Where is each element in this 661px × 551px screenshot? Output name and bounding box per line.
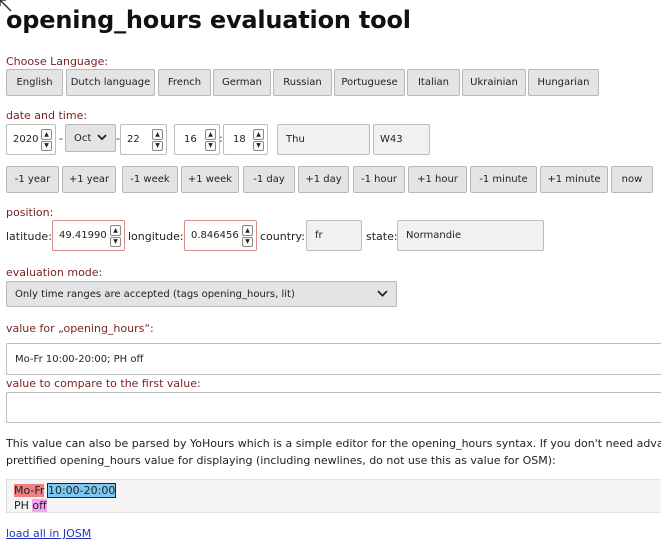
pretty-off: off (32, 499, 47, 512)
down-icon[interactable]: ▼ (242, 236, 253, 247)
adjust-button[interactable]: +1 year (62, 166, 116, 193)
opening-hours-value: Mo-Fr 10:00-20:00; PH off (15, 353, 144, 365)
language-button[interactable]: English (6, 69, 63, 96)
language-button[interactable]: Russian (273, 69, 332, 96)
page-title: opening_hours evaluation tool (6, 6, 411, 34)
adjust-button[interactable]: -1 week (122, 166, 178, 193)
pretty-days: Mo-Fr (14, 484, 45, 497)
country-label: country: (260, 230, 305, 243)
down-icon[interactable]: ▼ (152, 140, 163, 151)
longitude-value: 0.846456 (191, 230, 239, 241)
country-field: fr (306, 220, 362, 251)
weekday-field: Thu (277, 124, 370, 155)
down-icon[interactable]: ▼ (110, 236, 121, 247)
day-input[interactable]: 22 ▲ ▼ (120, 124, 167, 155)
info-line-1: This value can also be parsed by YoHours… (6, 437, 661, 450)
latitude-value: 49.41990 (59, 230, 107, 241)
adjust-button[interactable]: now (611, 166, 653, 193)
adjust-button[interactable]: -1 day (243, 166, 295, 193)
hour-value: 16 (184, 134, 197, 145)
language-button[interactable]: Dutch language (66, 69, 155, 96)
language-button[interactable]: Italian (407, 69, 460, 96)
up-icon[interactable]: ▲ (205, 129, 216, 140)
adjust-button[interactable]: -1 year (6, 166, 59, 193)
language-button[interactable]: German (213, 69, 271, 96)
minute-spinner[interactable]: ▲ ▼ (253, 129, 264, 151)
country-value: fr (315, 230, 323, 241)
opening-hours-input[interactable]: Mo-Fr 10:00-20:00; PH off (6, 343, 661, 375)
compare-label: value to compare to the first value: (6, 377, 201, 390)
month-select[interactable]: Oct (65, 124, 116, 152)
adjust-button[interactable]: -1 minute (470, 166, 537, 193)
up-icon[interactable]: ▲ (253, 129, 264, 140)
down-icon[interactable]: ▼ (253, 140, 264, 151)
minute-input[interactable]: 18 ▲ ▼ (223, 124, 268, 155)
chevron-down-icon (97, 134, 107, 141)
language-button[interactable]: Hungarian (528, 69, 599, 96)
date-separator: - (59, 132, 63, 145)
hour-input[interactable]: 16 ▲ ▼ (174, 124, 220, 155)
week-value: W43 (380, 134, 403, 145)
datetime-label: date and time: (6, 109, 88, 122)
pretty-line-2: PH off (14, 498, 658, 513)
prettified-value: Mo-Fr 10:00-20:00 PH off (6, 479, 661, 513)
longitude-spinner[interactable]: ▲ ▼ (242, 225, 253, 247)
week-number-field: W43 (373, 124, 430, 155)
weekday-value: Thu (286, 134, 305, 145)
latitude-spinner[interactable]: ▲ ▼ (110, 225, 121, 247)
state-label: state: (366, 230, 398, 243)
latitude-label: latitude: (6, 230, 52, 243)
evaluation-mode-select[interactable]: Only time ranges are accepted (tags open… (6, 281, 397, 307)
minute-value: 18 (233, 134, 246, 145)
language-button[interactable]: Portuguese (334, 69, 405, 96)
adjust-button[interactable]: -1 hour (353, 166, 405, 193)
up-icon[interactable]: ▲ (110, 225, 121, 236)
mode-value: Only time ranges are accepted (tags open… (15, 288, 295, 300)
adjust-button[interactable]: +1 week (181, 166, 239, 193)
chevron-down-icon (377, 290, 388, 297)
position-label: position: (6, 206, 54, 219)
state-value: Normandie (406, 230, 462, 241)
language-button[interactable]: French (158, 69, 211, 96)
down-icon[interactable]: ▼ (205, 140, 216, 151)
value-label: value for „opening_hours“: (6, 322, 154, 335)
pretty-time: 10:00-20:00 (46, 483, 117, 498)
info-line-2: prettified opening_hours value for displ… (6, 454, 556, 467)
adjust-button[interactable]: +1 minute (540, 166, 608, 193)
pretty-line-1: Mo-Fr 10:00-20:00 (14, 483, 658, 498)
up-icon[interactable]: ▲ (242, 225, 253, 236)
language-label: Choose Language: (6, 55, 109, 68)
longitude-input[interactable]: 0.846456 ▲ ▼ (184, 220, 257, 251)
hour-spinner[interactable]: ▲ ▼ (205, 129, 216, 151)
latitude-input[interactable]: 49.41990 ▲ ▼ (52, 220, 125, 251)
longitude-label: longitude: (128, 230, 184, 243)
pretty-holiday: PH (14, 499, 29, 512)
day-value: 22 (127, 134, 140, 145)
year-spinner[interactable]: ▲ ▼ (41, 129, 52, 151)
adjust-button[interactable]: +1 hour (408, 166, 467, 193)
up-icon[interactable]: ▲ (41, 129, 52, 140)
mode-label: evaluation mode: (6, 266, 103, 279)
month-value: Oct (74, 132, 92, 144)
info-text: This value can also be parsed by YoHours… (6, 435, 661, 469)
language-button[interactable]: Ukrainian (462, 69, 526, 96)
year-input[interactable]: 2020 ▲ ▼ (6, 124, 56, 155)
adjust-button[interactable]: +1 day (298, 166, 349, 193)
load-in-josm-link[interactable]: load all in JOSM (6, 527, 91, 540)
up-icon[interactable]: ▲ (152, 129, 163, 140)
state-field: Normandie (397, 220, 544, 251)
year-value: 2020 (13, 134, 39, 145)
compare-input[interactable] (6, 392, 661, 423)
down-icon[interactable]: ▼ (41, 140, 52, 151)
day-spinner[interactable]: ▲ ▼ (152, 129, 163, 151)
